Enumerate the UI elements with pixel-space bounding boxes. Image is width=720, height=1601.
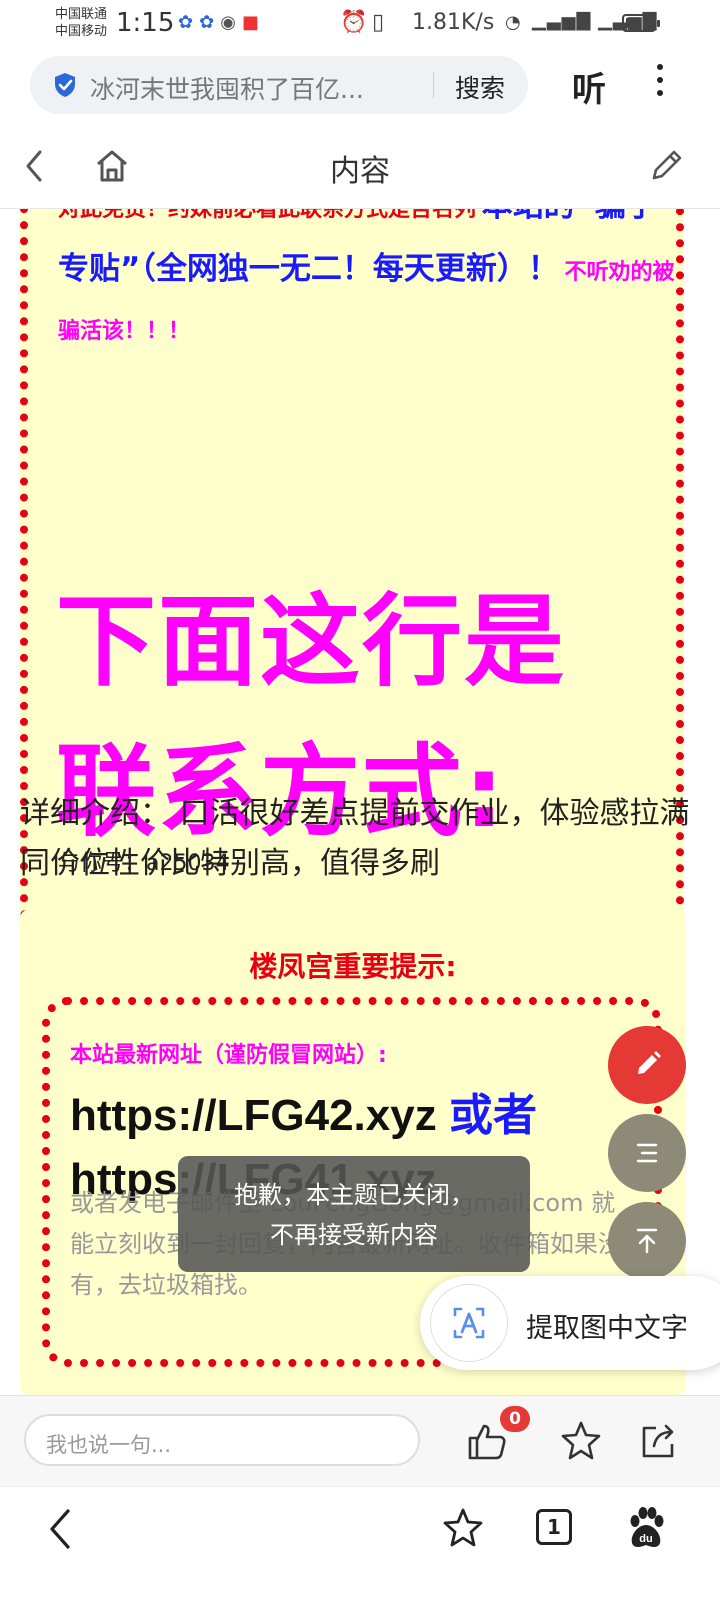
listen-button[interactable]: 听 [572,62,606,111]
address-bar[interactable]: 冰河末世我囤积了百亿... 搜索 [30,56,528,114]
share-icon[interactable] [638,1420,680,1462]
wechat-icon: ◉ [220,12,242,33]
battery-icon [622,14,660,32]
text-recognition-icon [430,1284,508,1362]
book-icon: ■ [241,12,265,33]
scroll-top-button[interactable] [608,1202,686,1280]
warning-text: 对此免责！约妹前必看此联系方式是否名列 本站的“骗子专贴”（全网独一无二！每天更… [58,209,678,362]
pencil-icon[interactable] [648,146,684,186]
toast-line-2: 不再接受新内容 [270,1221,438,1249]
baidu-paw-icon: ✿ [178,12,200,33]
notice-red: 对此免责！约妹前必看此联系方式是否名列 [58,209,477,222]
address-text[interactable]: 冰河末世我囤积了百亿... [90,70,390,106]
vibrate-icon: ▯ [372,10,385,35]
write-reply-button[interactable] [608,1026,686,1104]
wifi-icon: ◔ [505,12,521,33]
more-menu-icon[interactable] [650,64,670,104]
toast-line-1: 抱歉，本主题已关闭， [234,1181,474,1209]
comment-bar: 我也说一句... 0 [0,1395,720,1486]
url-link-1[interactable]: https://LFG42.xyz [70,1091,437,1140]
page-title: 内容 [330,154,390,189]
browser-bottom-nav: 1 du [0,1486,720,1601]
svg-text:du: du [639,1533,652,1545]
url-or-label: 或者 [448,1091,537,1140]
arrow-up-icon [636,1228,658,1254]
carrier-info: 中国联通 中国移动 [55,6,107,40]
content-nav-bar: 内容 [0,124,720,209]
comment-input[interactable]: 我也说一句... [24,1414,420,1466]
status-time: 1:15 [116,8,175,38]
outline-button[interactable] [608,1114,686,1192]
tabs-count-button[interactable]: 1 [536,1509,572,1545]
notification-icons: ✿✿◉■ [178,12,265,33]
baidu-paw-icon-2: ✿ [199,12,221,33]
extract-text-button[interactable]: 提取图中文字 [420,1276,720,1370]
search-button[interactable]: 搜索 [455,69,505,105]
network-speed: 1.81K/s [412,10,495,35]
like-count-badge: 0 [500,1406,530,1432]
closed-topic-toast: 抱歉，本主题已关闭， 不再接受新内容 [178,1156,530,1272]
tip-title: 楼凤宫重要提示: [249,950,457,983]
extract-text-label: 提取图中文字 [526,1313,688,1344]
browser-back-icon[interactable] [44,1505,80,1553]
address-divider [433,72,434,98]
bookmark-star-icon[interactable] [442,1507,484,1549]
carrier-mobile: 中国移动 [55,24,108,39]
carrier-unicom: 中国联通 [55,7,108,22]
alarm-icon: ⏰ [340,10,368,35]
status-bar: 中国联通 中国移动 1:15 ✿✿◉■ ⏰ ▯ 1.81K/s ◔ ▁▃▅▇ ▁… [0,0,720,50]
url-subtitle: 本站最新网址（谨防假冒网站）: [70,1043,387,1068]
pen-icon [638,1051,661,1074]
url-line-1: https://LFG42.xyz 或者 [70,1079,537,1143]
description-text: 详细介绍： 口活很好差点提前交作业，体验感拉满同价位性价比特别高，值得多刷 [20,796,690,881]
baidu-paw-icon-nav[interactable]: du [626,1505,666,1551]
favorite-star-icon[interactable] [560,1420,602,1462]
list-icon [636,1143,658,1163]
shield-check-icon [55,73,75,97]
